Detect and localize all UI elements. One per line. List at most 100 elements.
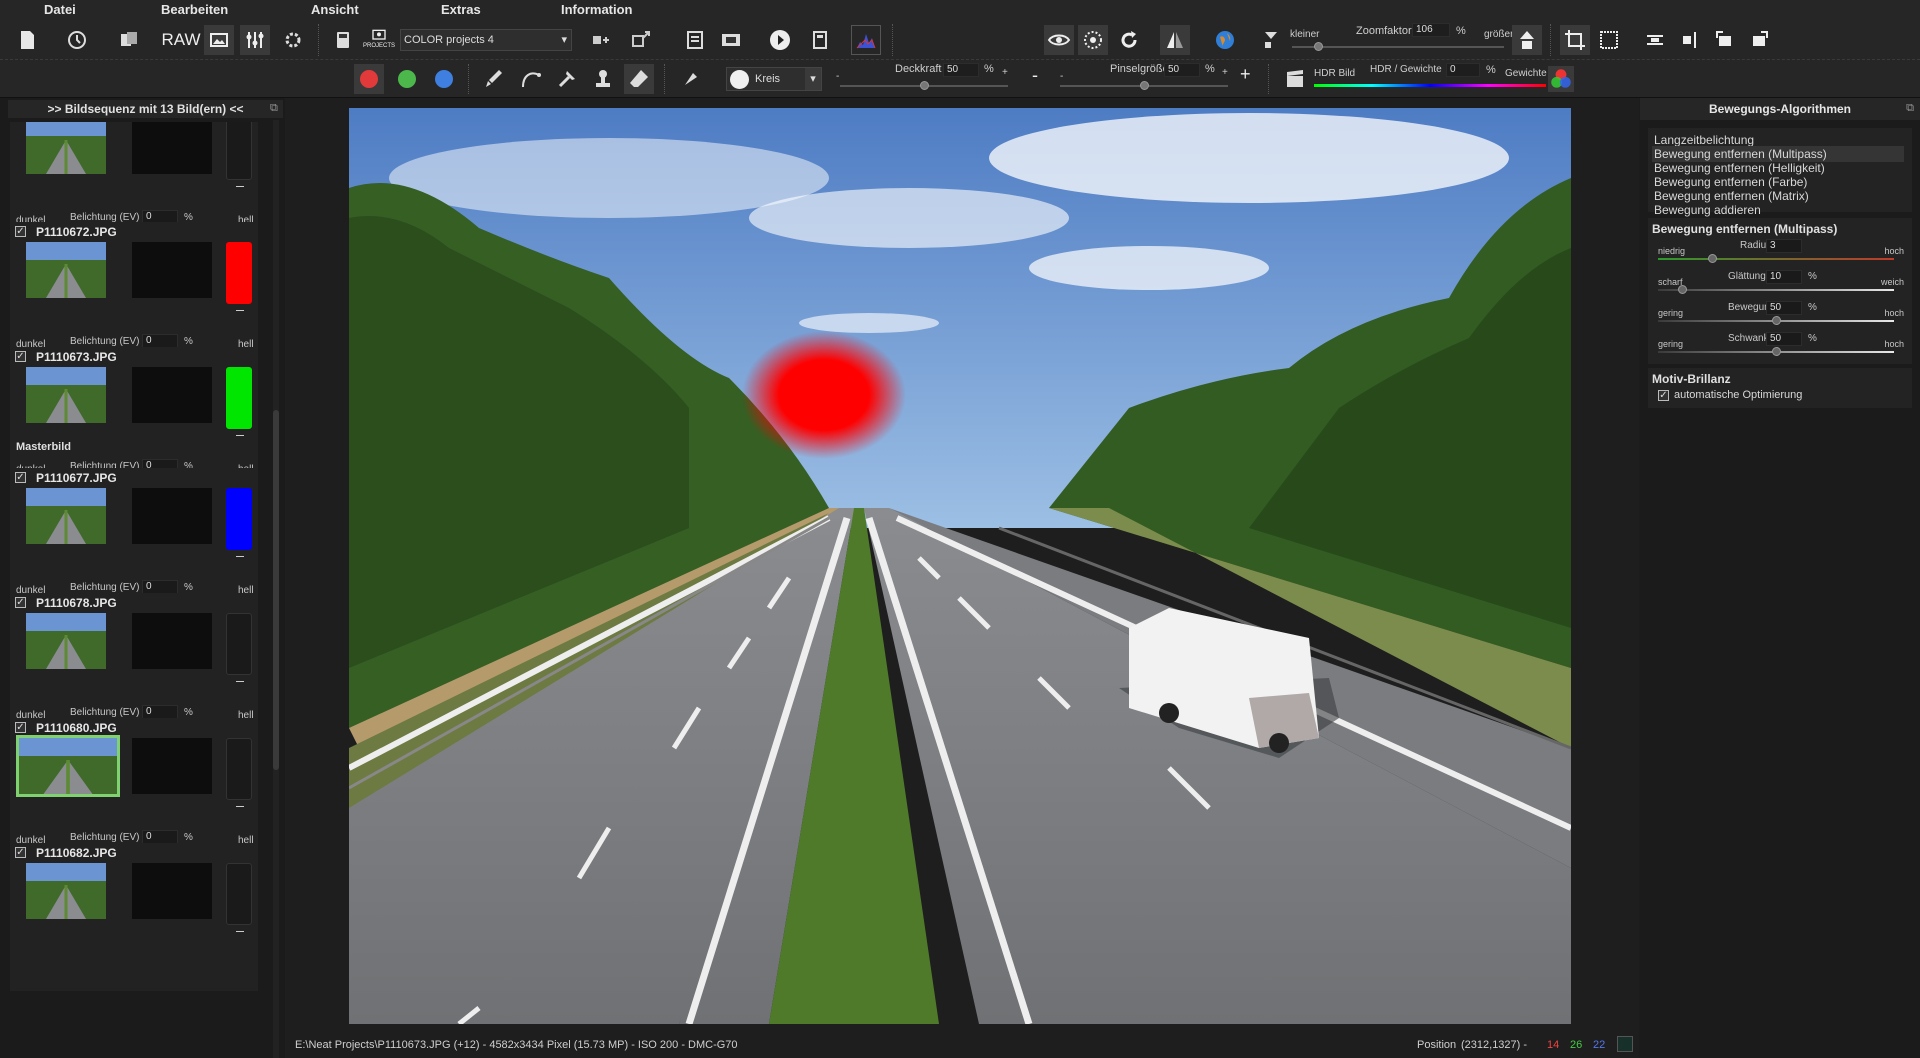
curve-tool-icon[interactable] — [516, 64, 546, 94]
zoom-input[interactable]: 106 — [1412, 23, 1450, 37]
frame-mask-thumbnail[interactable] — [132, 122, 212, 174]
frame-color-swatch[interactable] — [226, 863, 252, 925]
raw-button[interactable]: RAW — [161, 25, 200, 55]
rotate-left-icon[interactable] — [1710, 25, 1740, 55]
frame-thumbnail[interactable] — [16, 735, 120, 797]
frame-color-swatch[interactable] — [226, 738, 252, 800]
size-minus-small[interactable]: - — [1060, 71, 1063, 82]
rgb-weights-icon[interactable] — [1548, 66, 1574, 92]
histogram-icon[interactable] — [851, 25, 881, 55]
grid-icon[interactable] — [1594, 25, 1624, 55]
param-value-input[interactable]: 3 — [1766, 239, 1802, 253]
frame-collapse-icon[interactable] — [236, 186, 244, 187]
project-select[interactable]: COLOR projects 4 ▾ — [400, 29, 572, 51]
frame-checkbox[interactable]: ✓ — [15, 597, 26, 608]
brush-icon[interactable] — [478, 64, 508, 94]
frame-checkbox[interactable]: ✓ — [15, 847, 26, 858]
param-slider[interactable] — [1658, 258, 1894, 260]
zoom-in-icon[interactable] — [1512, 25, 1542, 55]
frame-mask-thumbnail[interactable] — [132, 613, 212, 669]
sequence-scrollbar[interactable] — [273, 120, 279, 1058]
frame-collapse-icon[interactable] — [236, 310, 244, 311]
menu-information[interactable]: Information — [561, 2, 633, 17]
mirror-icon[interactable] — [1160, 25, 1190, 55]
param-value-input[interactable]: 10 — [1766, 270, 1802, 284]
hdr-weight-slider[interactable] — [1314, 84, 1546, 87]
crop-icon[interactable] — [1560, 25, 1590, 55]
adjust-icon[interactable] — [240, 25, 270, 55]
batch-icon[interactable] — [114, 25, 144, 55]
scrollbar-thumb[interactable] — [273, 410, 279, 770]
frame-thumbnail[interactable] — [26, 122, 106, 174]
frame-collapse-icon[interactable] — [236, 931, 244, 932]
fit-width-icon[interactable] — [1640, 25, 1670, 55]
frame-thumbnail[interactable] — [26, 367, 106, 423]
opacity-slider-handle[interactable] — [920, 81, 929, 90]
history-icon[interactable] — [62, 25, 92, 55]
size-plus-small[interactable]: + — [1222, 67, 1228, 78]
frame-color-swatch[interactable] — [226, 242, 252, 304]
frame-item[interactable]: ✓ P1110682.JPG — [10, 843, 258, 991]
frame-mask-thumbnail[interactable] — [132, 367, 212, 423]
opacity-plus[interactable]: + — [1002, 67, 1008, 78]
frame-checkbox[interactable]: ✓ — [15, 472, 26, 483]
brush-size-slider-handle[interactable] — [1140, 81, 1149, 90]
hdr-weight-input[interactable]: 0 — [1446, 63, 1480, 77]
menu-datei[interactable]: Datei — [44, 2, 76, 17]
algorithm-item[interactable]: Bewegung addieren — [1652, 202, 1904, 218]
clapperboard-icon[interactable] — [1280, 64, 1310, 94]
eraser-icon[interactable] — [624, 64, 654, 94]
exposure-input[interactable]: 0 — [142, 580, 178, 594]
zoom-slider-handle[interactable] — [1314, 42, 1323, 51]
frame-mask-thumbnail[interactable] — [132, 242, 212, 298]
green-mask-button[interactable] — [392, 64, 422, 94]
frame-collapse-icon[interactable] — [236, 681, 244, 682]
frame-collapse-icon[interactable] — [236, 435, 244, 436]
opacity-minus[interactable]: - — [836, 71, 839, 82]
param-value-input[interactable]: 50 — [1766, 301, 1802, 315]
play-icon[interactable] — [765, 25, 795, 55]
menu-ansicht[interactable]: Ansicht — [311, 2, 359, 17]
frame-thumbnail[interactable] — [26, 863, 106, 919]
param-value-input[interactable]: 50 — [1766, 332, 1802, 346]
frame-mask-thumbnail[interactable] — [132, 488, 212, 544]
photo-canvas[interactable] — [349, 108, 1571, 1024]
new-file-icon[interactable] — [12, 25, 42, 55]
frame-collapse-icon[interactable] — [236, 556, 244, 557]
frame-color-swatch[interactable] — [226, 613, 252, 675]
fit-height-icon[interactable] — [1676, 25, 1706, 55]
frame-color-swatch[interactable] — [226, 488, 252, 550]
size-plus-button[interactable]: + — [1240, 64, 1251, 85]
param-slider[interactable] — [1658, 289, 1894, 291]
blue-mask-button[interactable] — [429, 64, 459, 94]
red-mask-button[interactable] — [354, 64, 384, 94]
frame-checkbox[interactable]: ✓ — [15, 226, 26, 237]
frame-thumbnail[interactable] — [26, 488, 106, 544]
param-slider-handle[interactable] — [1677, 285, 1687, 294]
menu-bearbeiten[interactable]: Bearbeiten — [161, 2, 228, 17]
redo-icon[interactable] — [1114, 25, 1144, 55]
frame-checkbox[interactable]: ✓ — [15, 722, 26, 733]
frame-mask-thumbnail[interactable] — [132, 863, 212, 919]
eye-dotted-icon[interactable] — [1078, 25, 1108, 55]
exposure-input[interactable]: 0 — [142, 705, 178, 719]
book-icon[interactable] — [805, 25, 835, 55]
panel-float-icon[interactable]: ⧉ — [1906, 102, 1914, 115]
zoom-slider[interactable] — [1292, 46, 1504, 48]
pick-icon[interactable] — [676, 64, 706, 94]
opacity-input[interactable]: 50 — [943, 63, 979, 77]
zoom-fit-icon[interactable] — [1256, 25, 1286, 55]
save-icon[interactable] — [328, 25, 358, 55]
exposure-input[interactable]: 0 — [142, 334, 178, 348]
frame-color-swatch[interactable] — [226, 122, 252, 180]
size-minus-button[interactable]: - — [1032, 65, 1038, 86]
hammer-icon[interactable] — [552, 64, 582, 94]
rotate-right-icon[interactable] — [1744, 25, 1774, 55]
layout-icon[interactable] — [586, 25, 616, 55]
eye-icon[interactable] — [1044, 25, 1074, 55]
frame-mask-thumbnail[interactable] — [132, 738, 212, 794]
frame-color-swatch[interactable] — [226, 367, 252, 429]
document-icon[interactable] — [680, 25, 710, 55]
panel-float-icon[interactable]: ⧉ — [270, 102, 278, 115]
frame-thumbnail[interactable] — [26, 242, 106, 298]
